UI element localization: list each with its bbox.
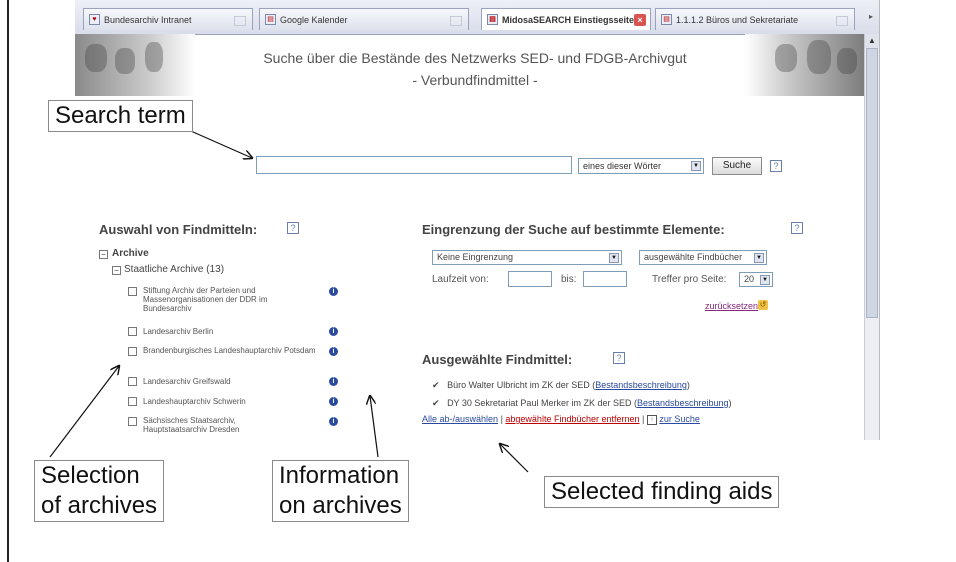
laufzeit-to-input[interactable] (583, 271, 627, 287)
tree-collapse-icon[interactable]: − (112, 266, 121, 275)
laufzeit-from-input[interactable] (508, 271, 552, 287)
search-input[interactable] (256, 156, 572, 174)
help-icon[interactable]: ? (770, 160, 782, 172)
selection-section-title: Auswahl von Findmitteln: (99, 222, 258, 237)
chevron-down-icon[interactable]: ▼ (754, 253, 764, 263)
selected-text: DY 30 Sekretariat Paul Merker im ZK der … (447, 398, 637, 408)
tab-label: Google Kalender (280, 15, 348, 25)
treffer-select[interactable]: 20 ▼ (739, 272, 773, 287)
help-icon[interactable]: ? (287, 222, 299, 234)
page-icon: ▤ (487, 14, 498, 25)
info-icon[interactable]: i (329, 377, 338, 386)
archive-checkbox[interactable] (128, 417, 137, 426)
reset-link[interactable]: zurücksetzen (705, 301, 758, 311)
chevron-down-icon[interactable]: ▼ (760, 275, 770, 285)
element-filter-value: Keine Eingrenzung (437, 252, 514, 262)
footer-separator: | (639, 414, 647, 424)
bis-label: bis: (561, 274, 577, 285)
bestandsbeschreibung-link[interactable]: Bestandsbeschreibung (637, 398, 729, 408)
treffer-value: 20 (744, 274, 755, 284)
selected-check-icon[interactable]: ✔ (432, 398, 440, 408)
archive-checkbox[interactable] (128, 397, 137, 406)
tree-collapse-icon[interactable]: − (99, 250, 108, 259)
to-search-link[interactable]: zur Suche (659, 414, 700, 424)
scroll-thumb[interactable] (866, 48, 878, 318)
treffer-label: Treffer pro Seite: (652, 274, 727, 285)
tree-sub-label[interactable]: Staatliche Archive (13) (124, 264, 224, 275)
arrow-selected-aids (500, 444, 529, 473)
help-icon[interactable]: ? (791, 222, 803, 234)
search-mode-value: eines dieser Wörter (583, 161, 662, 171)
archive-checkbox[interactable] (128, 347, 137, 356)
archive-label: Landesarchiv Berlin (143, 327, 214, 336)
filter-section-title: Eingrenzung der Suche auf bestimmte Elem… (422, 222, 725, 237)
selection-footer: Alle ab-/auswählen | abgewählte Findbüch… (422, 414, 700, 425)
tab-scroll-right-icon[interactable]: ▸ (869, 12, 873, 21)
tab-new-icon (450, 16, 462, 26)
tab-bar: ♥ Bundesarchiv Intranet ▤ Google Kalende… (75, 0, 879, 35)
scroll-up-icon[interactable]: ▲ (865, 34, 879, 48)
search-mode-select[interactable]: eines dieser Wörter ▼ (578, 158, 704, 174)
scope-select[interactable]: ausgewählte Findbücher ▼ (639, 250, 767, 265)
selected-check-icon[interactable]: ✔ (432, 380, 440, 390)
left-margin-line (7, 0, 9, 562)
tab-new-icon (234, 16, 246, 26)
tab-intranet[interactable]: ♥ Bundesarchiv Intranet (83, 8, 253, 30)
tab-label: MidosaSEARCH Einstiegsseite (502, 15, 635, 25)
selected-row: ✔ DY 30 Sekretariat Paul Merker im ZK de… (432, 398, 732, 409)
page-icon: ▤ (661, 14, 672, 25)
select-all-link[interactable]: Alle ab-/auswählen (422, 414, 498, 424)
info-icon[interactable]: i (329, 327, 338, 336)
selected-section-title: Ausgewählte Findmittel: (422, 352, 573, 367)
tab-new-icon (836, 16, 848, 26)
laufzeit-label: Laufzeit von: (432, 274, 489, 285)
archive-label: Landesarchiv Greifswald (143, 377, 231, 386)
archive-label: Brandenburgisches Landeshauptarchiv Pots… (143, 346, 316, 355)
info-icon[interactable]: i (329, 347, 338, 356)
info-icon[interactable]: i (329, 397, 338, 406)
callout-search-term: Search term (48, 100, 193, 132)
archive-checkbox[interactable] (128, 327, 137, 336)
header-photo-right (745, 34, 865, 96)
callout-selected-aids: Selected finding aids (544, 476, 780, 508)
archive-label: Landeshauptarchiv Schwerin (143, 397, 246, 406)
browser-screenshot: ♥ Bundesarchiv Intranet ▤ Google Kalende… (75, 0, 880, 440)
archive-checkbox[interactable] (128, 377, 137, 386)
reset-icon[interactable]: ↺ (758, 300, 768, 310)
page-title: Suche über die Bestände des Netzwerks SE… (263, 50, 687, 66)
chevron-down-icon[interactable]: ▼ (609, 253, 619, 263)
callout-information: Information on archives (272, 460, 409, 522)
help-icon[interactable]: ? (613, 352, 625, 364)
page-subtitle: - Verbundfindmittel - (412, 72, 538, 88)
calendar-icon: ▤ (265, 14, 276, 25)
archive-label: Sächsisches Staatsarchiv, Hauptstaatsarc… (143, 416, 240, 434)
tab-label: Bundesarchiv Intranet (104, 15, 192, 25)
intranet-icon: ♥ (89, 14, 100, 25)
close-icon[interactable]: × (634, 14, 646, 26)
archive-label: Stiftung Archiv der Parteien und Masseno… (143, 286, 268, 313)
element-filter-select[interactable]: Keine Eingrenzung ▼ (432, 250, 622, 265)
bestandsbeschreibung-link[interactable]: Bestandsbeschreibung (595, 380, 687, 390)
tab-midosa[interactable]: ▤ MidosaSEARCH Einstiegsseite × (481, 8, 651, 30)
remove-deselected-link[interactable]: abgewählte Findbücher entfernen (505, 414, 639, 424)
header-photo-left (75, 34, 195, 96)
archive-checkbox[interactable] (128, 287, 137, 296)
search-button[interactable]: Suche (712, 157, 762, 175)
selected-text-end: ) (686, 380, 690, 390)
tree-root-label[interactable]: Archive (112, 248, 149, 259)
tab-label: 1.1.1.2 Büros und Sekretariate (676, 15, 799, 25)
selected-text-end: ) (728, 398, 732, 408)
chevron-down-icon[interactable]: ▼ (691, 161, 701, 171)
selected-text: Büro Walter Ulbricht im ZK der SED ( (447, 380, 596, 390)
tab-bueros[interactable]: ▤ 1.1.1.2 Büros und Sekretariate (655, 8, 855, 30)
callout-selection: Selection of archives (34, 460, 165, 522)
scope-value: ausgewählte Findbücher (644, 252, 743, 262)
selected-row: ✔ Büro Walter Ulbricht im ZK der SED (Be… (432, 380, 690, 391)
vertical-scrollbar[interactable]: ▲ (864, 34, 879, 440)
arrow-up-icon[interactable]: ↑ (646, 414, 657, 425)
info-icon[interactable]: i (329, 417, 338, 426)
info-icon[interactable]: i (329, 287, 338, 296)
tab-calendar[interactable]: ▤ Google Kalender (259, 8, 469, 30)
